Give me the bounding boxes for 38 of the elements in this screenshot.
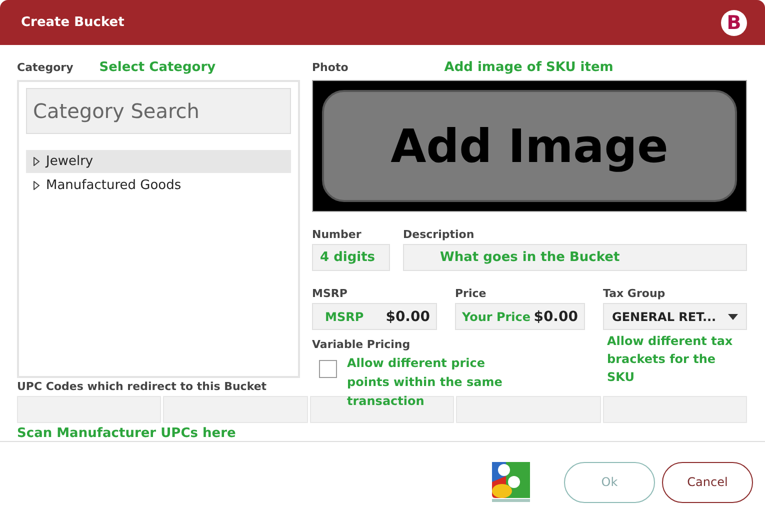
add-image-button[interactable]: Add Image — [322, 90, 737, 202]
msrp-value: $0.00 — [386, 308, 430, 324]
description-label: Description — [403, 228, 476, 241]
annotation: Scan Manufacturer UPCs here — [17, 426, 236, 441]
number-label: Number — [312, 228, 362, 241]
cancel-button[interactable]: Cancel — [662, 462, 753, 502]
annotation: MSRP — [325, 310, 364, 324]
photo-label: Photo — [312, 61, 348, 74]
annotation: Allow different tax brackets for the SKU — [607, 333, 734, 386]
tree-item[interactable]: Manufactured Goods — [26, 174, 291, 197]
annotation: Select Category — [99, 60, 216, 75]
annotation: Your Price — [462, 310, 531, 324]
tree-item[interactable]: Jewelry — [26, 150, 291, 173]
checkbox[interactable] — [319, 360, 337, 378]
annotation: Allow different price points within the same transaction — [347, 355, 504, 410]
upc-label: UPC Codes which redirect to this Bucket — [17, 380, 267, 393]
expand-icon — [33, 181, 40, 190]
price-label: Price — [455, 287, 488, 300]
annotation: Add image of SKU item — [444, 60, 614, 75]
category-label: Category — [17, 61, 74, 74]
upc-field[interactable] — [310, 396, 454, 423]
upc-field[interactable] — [602, 396, 748, 423]
upc-field[interactable] — [456, 396, 601, 423]
variable-pricing-label: Variable Pricing — [312, 338, 410, 351]
upc-field[interactable] — [17, 396, 162, 423]
photo-search-icon — [492, 462, 530, 502]
window-title: Create Bucket — [21, 15, 124, 30]
msrp-label: MSRP — [312, 287, 348, 300]
search-field[interactable]: Category Search — [26, 88, 291, 134]
tax-group-dropdown[interactable]: GENERAL RET... — [603, 303, 747, 330]
upc-field[interactable] — [163, 396, 308, 423]
price-field[interactable]: Your Price $0.00 — [455, 303, 585, 330]
caret-icon — [728, 314, 738, 320]
msrp-field[interactable]: MSRP $0.00 — [312, 303, 437, 330]
logo: B — [721, 10, 747, 36]
price-value: $0.00 — [534, 308, 578, 324]
tax-group-label: Tax Group — [603, 287, 666, 300]
expand-icon — [33, 157, 40, 166]
